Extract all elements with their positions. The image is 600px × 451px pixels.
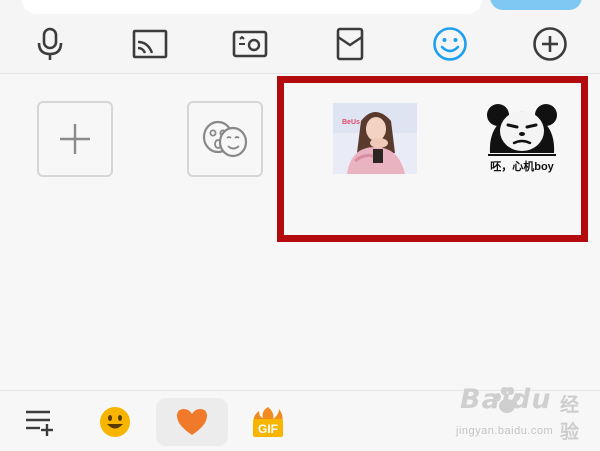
baidu-jingyan-watermark: Baidu 经验 jingyan.baidu.com bbox=[456, 384, 596, 446]
heart-icon[interactable] bbox=[174, 404, 210, 440]
gif-icon[interactable]: GIF bbox=[250, 404, 286, 440]
chat-input-area bbox=[0, 0, 600, 74]
smiley-face-icon[interactable] bbox=[97, 404, 133, 440]
gif-label: GIF bbox=[258, 422, 278, 436]
add-sticker-tile[interactable] bbox=[37, 101, 113, 177]
plus-icon bbox=[60, 124, 90, 154]
photo-icon[interactable] bbox=[232, 26, 268, 62]
screen-cast-icon[interactable] bbox=[132, 26, 168, 62]
send-button[interactable] bbox=[490, 0, 582, 10]
more-plus-icon[interactable] bbox=[532, 26, 568, 62]
highlight-box bbox=[277, 76, 588, 242]
message-input[interactable] bbox=[22, 0, 482, 14]
red-packet-icon[interactable] bbox=[332, 26, 368, 62]
watermark-brand: Baidu bbox=[460, 384, 552, 415]
watermark-url: jingyan.baidu.com bbox=[456, 425, 554, 437]
masks-icon bbox=[202, 120, 248, 158]
emoji-icon[interactable] bbox=[432, 26, 468, 62]
emoji-list-icon[interactable] bbox=[21, 404, 57, 440]
sticker-manage-tile[interactable] bbox=[187, 101, 263, 177]
watermark-tail: 经验 bbox=[560, 395, 580, 443]
microphone-icon[interactable] bbox=[32, 26, 68, 62]
